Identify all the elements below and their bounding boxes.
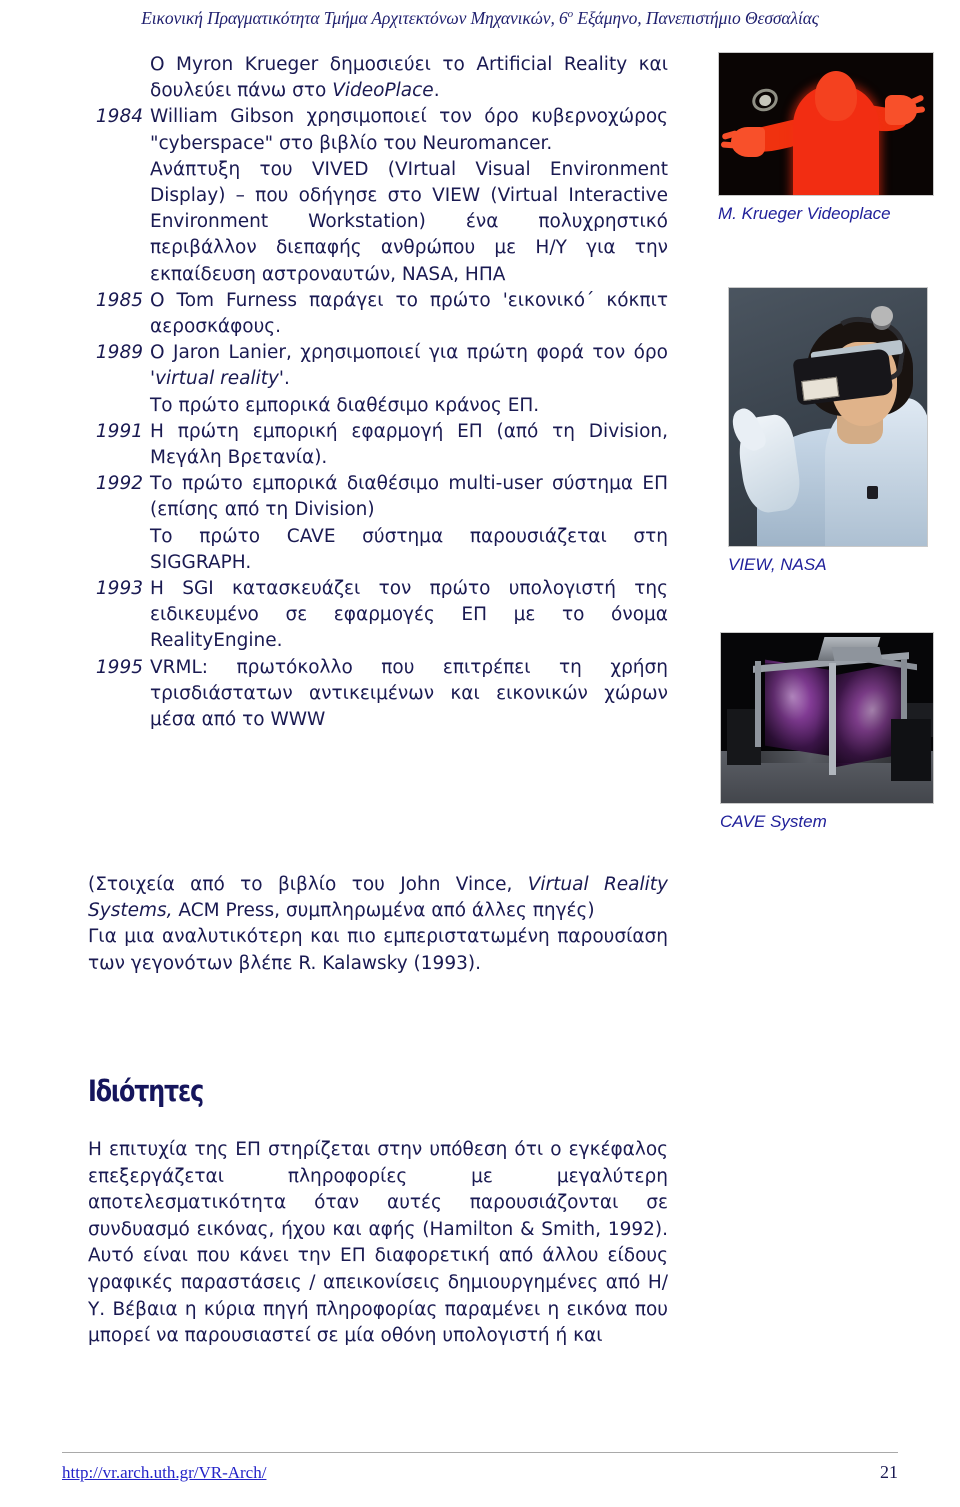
- timeline-row: 1993 Η SGI κατασκευάζει τον πρώτο υπολογ…: [88, 576, 668, 655]
- timeline-entry-text: Ο Tom Furness παράγει το πρώτο 'εικονικό…: [150, 289, 668, 338]
- source-note-citation: (Στοιχεία από το βιβλίο του John Vince, …: [88, 872, 668, 924]
- section-paragraph: Η επιτυχία της ΕΠ στηρίζεται στην υπόθεσ…: [88, 1139, 668, 1347]
- vr-history-timeline: Ο Myron Krueger δημοσιεύει το Artificial…: [88, 52, 668, 733]
- timeline-year: 1985: [95, 289, 143, 311]
- timeline-row: 1985 Ο Tom Furness παράγει το πρώτο 'εικ…: [88, 288, 668, 340]
- timeline-year: 1992: [95, 473, 143, 495]
- timeline-row: Το πρώτο εμπορικά διαθέσιμο κράνος ΕΠ.: [88, 393, 668, 419]
- timeline-year: 1993: [95, 578, 143, 600]
- timeline-entry-text: Το πρώτο εμπορικά διαθέσιμο multi-user σ…: [150, 473, 668, 521]
- figure-videoplace-image: [718, 52, 934, 196]
- source-note-part2: ACM Press, συμπληρωμένα από άλλες πηγές): [172, 900, 595, 922]
- timeline-row: Ανάπτυξη του VIVED (VIrtual Visual Envir…: [88, 157, 668, 288]
- videoplace-scene: [719, 53, 933, 195]
- timeline-year: 1989: [95, 342, 143, 364]
- timeline-year: 1991: [95, 420, 143, 442]
- shirt-device-icon: [867, 486, 878, 499]
- timeline-row: 1991 Η πρώτη εμπορική εφαρμογή ΕΠ (από τ…: [88, 419, 668, 471]
- timeline-row: 1989 Ο Jaron Lanier, χρησιμοποιεί για πρ…: [88, 340, 668, 392]
- cave-projector-mount: [831, 647, 883, 661]
- footer-divider: [62, 1452, 898, 1453]
- cave-frame-post-left: [755, 661, 761, 747]
- page-number: 21: [880, 1462, 898, 1482]
- view-nasa-scene: [729, 288, 927, 546]
- figure-view-nasa: VIEW, NASA: [728, 287, 928, 575]
- source-note-extra: Για μια αναλυτικότερη και πιο εμπεριστατ…: [88, 926, 668, 974]
- timeline-entry-text: Ο Jaron Lanier, χρησιμοποιεί για πρώτη φ…: [150, 342, 668, 390]
- figure-cave-system-caption: CAVE System: [720, 812, 827, 831]
- page-header-text-after: Εξάμηνο, Πανεπιστήμιο Θεσσαλίας: [573, 8, 819, 28]
- timeline-entry-text: Το πρώτο εμπορικά διαθέσιμο κράνος ΕΠ.: [150, 394, 540, 416]
- timeline-entry-text: Η SGI κατασκευάζει τον πρώτο υπολογιστή …: [150, 578, 668, 652]
- silhouette-right-hand: [885, 95, 917, 125]
- cave-scene: [721, 633, 933, 803]
- timeline-row: Το πρώτο CAVE σύστημα παρουσιάζεται στη …: [88, 524, 668, 576]
- page-footer: http://vr.arch.uth.gr/VR-Arch/ 21: [62, 1462, 898, 1483]
- figure-cave-system-image: [720, 632, 934, 804]
- silhouette-head: [815, 71, 857, 121]
- figure-videoplace: M. Krueger Videoplace: [718, 52, 934, 224]
- figure-videoplace-caption: M. Krueger Videoplace: [718, 204, 891, 223]
- timeline-row: 1984 William Gibson χρησιμοποιεί τον όρο…: [88, 104, 668, 156]
- timeline-entry-text: Ανάπτυξη του VIVED (VIrtual Visual Envir…: [150, 158, 668, 285]
- page-header-text-before: Εικονική Πραγματικότητα Τμήμα Αρχιτεκτόν…: [141, 8, 568, 28]
- footer-url-link[interactable]: http://vr.arch.uth.gr/VR-Arch/: [62, 1463, 266, 1483]
- figure-view-nasa-image: [728, 287, 928, 547]
- timeline-entry-text: Το πρώτο CAVE σύστημα παρουσιάζεται στη …: [150, 525, 668, 573]
- cave-equipment-right: [891, 719, 931, 781]
- hmd-optics-panel: [801, 376, 840, 401]
- section-heading-idiotites: Ιδιότητες: [88, 1074, 204, 1108]
- timeline-entry-text: VRML: πρωτόκολλο που επιτρέπει τη χρήση …: [150, 656, 668, 731]
- source-note-part1: (Στοιχεία από το βιβλίο του John Vince,: [88, 874, 528, 895]
- source-note: (Στοιχεία από το βιβλίο του John Vince, …: [88, 872, 668, 977]
- timeline-entry-text: Ο Myron Krueger δημοσιεύει το Artificial…: [150, 54, 668, 102]
- timeline-entry-text: Η πρώτη εμπορική εφαρμογή ΕΠ (από τη Div…: [150, 420, 668, 469]
- cave-frame-post-middle: [829, 663, 836, 775]
- page-header: Εικονική Πραγματικότητα Τμήμα Αρχιτεκτόν…: [0, 8, 960, 29]
- timeline-year: 1984: [95, 106, 143, 128]
- figure-cave-system: CAVE System: [720, 632, 934, 832]
- timeline-row: 1995 VRML: πρωτόκολλο που επιτρέπει τη χ…: [88, 655, 668, 734]
- silhouette-left-hand: [731, 127, 765, 157]
- timeline-row: 1992 Το πρώτο εμπορικά διαθέσιμο multi-u…: [88, 471, 668, 523]
- head-tracker-sensor-icon: [871, 306, 893, 326]
- timeline-year: 1995: [95, 656, 143, 678]
- timeline-entry-text: William Gibson χρησιμοποιεί τον όρο κυβε…: [150, 106, 668, 154]
- figure-view-nasa-caption: VIEW, NASA: [728, 555, 827, 574]
- timeline-row: Ο Myron Krueger δημοσιεύει το Artificial…: [88, 52, 668, 104]
- floating-object-icon: [748, 84, 782, 116]
